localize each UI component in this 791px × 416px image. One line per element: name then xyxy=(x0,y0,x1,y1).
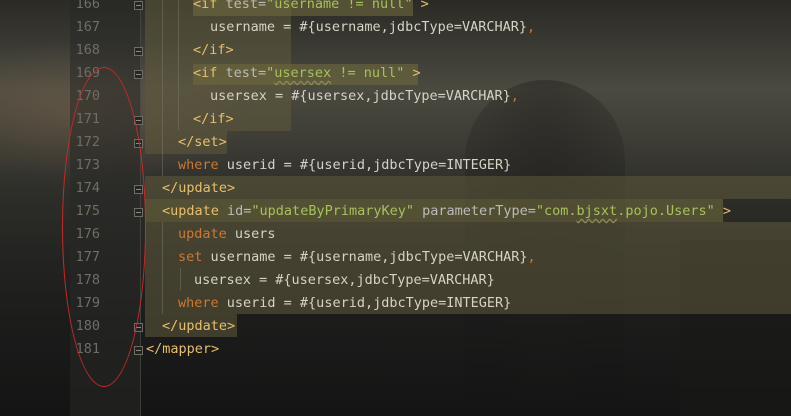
code-line[interactable]: </if> xyxy=(193,39,234,62)
indent-guide xyxy=(162,0,163,176)
code-token: where xyxy=(178,157,227,173)
code-token: userid = #{userid,jdbcType=INTEGER} xyxy=(226,295,512,311)
code-token: </update> xyxy=(162,318,236,334)
code-line[interactable]: <if test="usersex != null" > xyxy=(193,62,421,85)
code-token: </if> xyxy=(193,42,234,58)
code-line[interactable]: set username = #{username,jdbcType=VARCH… xyxy=(178,246,536,269)
code-token: </update> xyxy=(162,180,236,196)
fold-marker-icon[interactable] xyxy=(134,47,143,56)
code-token: > xyxy=(714,203,731,219)
indent-guide xyxy=(162,222,163,314)
selection-line-174 xyxy=(145,176,791,199)
indent-guide xyxy=(180,268,181,290)
code-token: > xyxy=(404,65,421,81)
code-token: "username != null" xyxy=(266,0,413,12)
code-line[interactable]: usersex = #{usersex,jdbcType=VARCHAR} xyxy=(194,269,495,292)
code-token: bjsxt xyxy=(576,203,618,219)
code-token: usersex = #{usersex,jdbcType=VARCHAR} xyxy=(210,88,511,104)
code-line[interactable]: where userid = #{userid,jdbcType=INTEGER… xyxy=(178,292,511,315)
code-line[interactable]: </update> xyxy=(162,177,235,200)
code-token: users xyxy=(234,226,276,242)
code-token: </set> xyxy=(178,134,227,150)
code-token: test= xyxy=(225,0,267,12)
code-line[interactable]: </set> xyxy=(178,131,227,154)
code-token: .pojo.Users" xyxy=(617,203,715,219)
line-number: 166 xyxy=(75,0,100,12)
code-token: userid = #{userid,jdbcType=INTEGER} xyxy=(226,157,512,173)
code-token: username = #{username,jdbcType=VARCHAR} xyxy=(210,19,527,35)
code-line[interactable]: update users xyxy=(178,223,276,246)
code-token: , xyxy=(510,88,519,104)
code-token: > xyxy=(412,0,429,12)
code-line[interactable]: usersex = #{usersex,jdbcType=VARCHAR}, xyxy=(210,85,519,108)
code-token: <if xyxy=(193,65,226,81)
code-token: <update xyxy=(162,203,228,219)
code-token: username = #{username,jdbcType=VARCHAR} xyxy=(210,249,528,265)
code-token: set xyxy=(178,249,211,265)
indent-guide xyxy=(178,0,179,130)
fold-marker-icon[interactable] xyxy=(134,1,143,10)
code-token: update xyxy=(178,226,235,242)
red-ellipse-annotation xyxy=(62,67,146,387)
line-number: 168 xyxy=(75,42,100,58)
line-number: 167 xyxy=(75,19,100,35)
code-token: != null" xyxy=(331,65,405,81)
fold-marker-icon[interactable] xyxy=(134,346,143,355)
code-line[interactable]: </if> xyxy=(193,108,234,131)
fold-marker-icon[interactable] xyxy=(134,70,143,79)
code-line[interactable]: where userid = #{userid,jdbcType=INTEGER… xyxy=(178,154,511,177)
code-editor[interactable]: 166 167 168 169 170 171 172 173 174 175 176 177 178 1… xyxy=(0,0,791,416)
code-token: "com. xyxy=(535,203,577,219)
code-token: parameterType= xyxy=(413,203,536,219)
code-token: <if xyxy=(193,0,226,12)
code-token: </if> xyxy=(193,111,234,127)
code-line[interactable]: <update id="updateByPrimaryKey" paramete… xyxy=(162,200,731,223)
code-token: , xyxy=(526,19,536,35)
code-line[interactable]: </mapper> xyxy=(146,338,219,361)
code-token: usersex xyxy=(274,65,332,81)
code-token: "updateByPrimaryKey" xyxy=(251,203,414,219)
code-token: id= xyxy=(227,203,252,219)
code-token: , xyxy=(527,249,536,265)
code-token: where xyxy=(178,295,227,311)
code-line[interactable]: username = #{username,jdbcType=VARCHAR}, xyxy=(210,16,535,39)
code-token: usersex = #{usersex,jdbcType=VARCHAR} xyxy=(194,272,495,288)
code-token: test= xyxy=(225,65,267,81)
code-line[interactable]: <if test="username != null" > xyxy=(193,0,429,16)
code-token: </mapper> xyxy=(146,341,220,357)
code-line[interactable]: </update> xyxy=(162,315,235,338)
